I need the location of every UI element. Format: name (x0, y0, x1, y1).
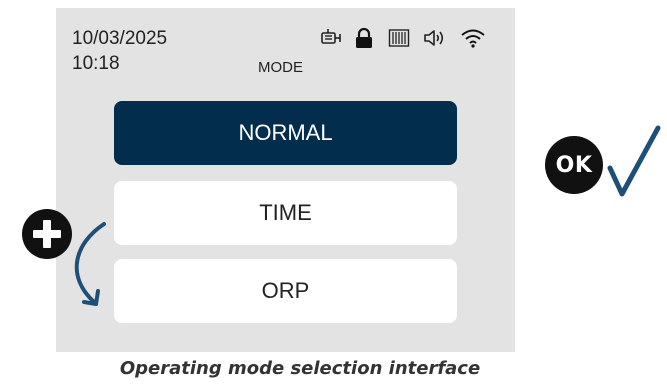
figure-caption: Operating mode selection interface (119, 358, 481, 379)
screen-title: MODE (258, 59, 303, 76)
pump-icon (320, 27, 342, 49)
volume-icon (422, 27, 448, 49)
status-bar-icons (320, 27, 500, 53)
mode-option-orp[interactable]: ORP (114, 259, 457, 323)
check-icon (604, 122, 664, 207)
ok-icon: OK (545, 136, 603, 194)
lock-icon (354, 27, 374, 49)
time-display: 10:18 (72, 53, 120, 74)
date-display: 10/03/2025 (72, 28, 168, 49)
mode-option-time[interactable]: TIME (114, 181, 457, 245)
wifi-icon (460, 27, 486, 49)
filter-icon (388, 27, 410, 49)
mode-option-normal[interactable]: NORMAL (114, 101, 457, 165)
device-screen: 10/03/2025 10:18 MODE NORMAL TIME ORP (56, 8, 515, 352)
curved-arrow-icon (66, 220, 112, 317)
